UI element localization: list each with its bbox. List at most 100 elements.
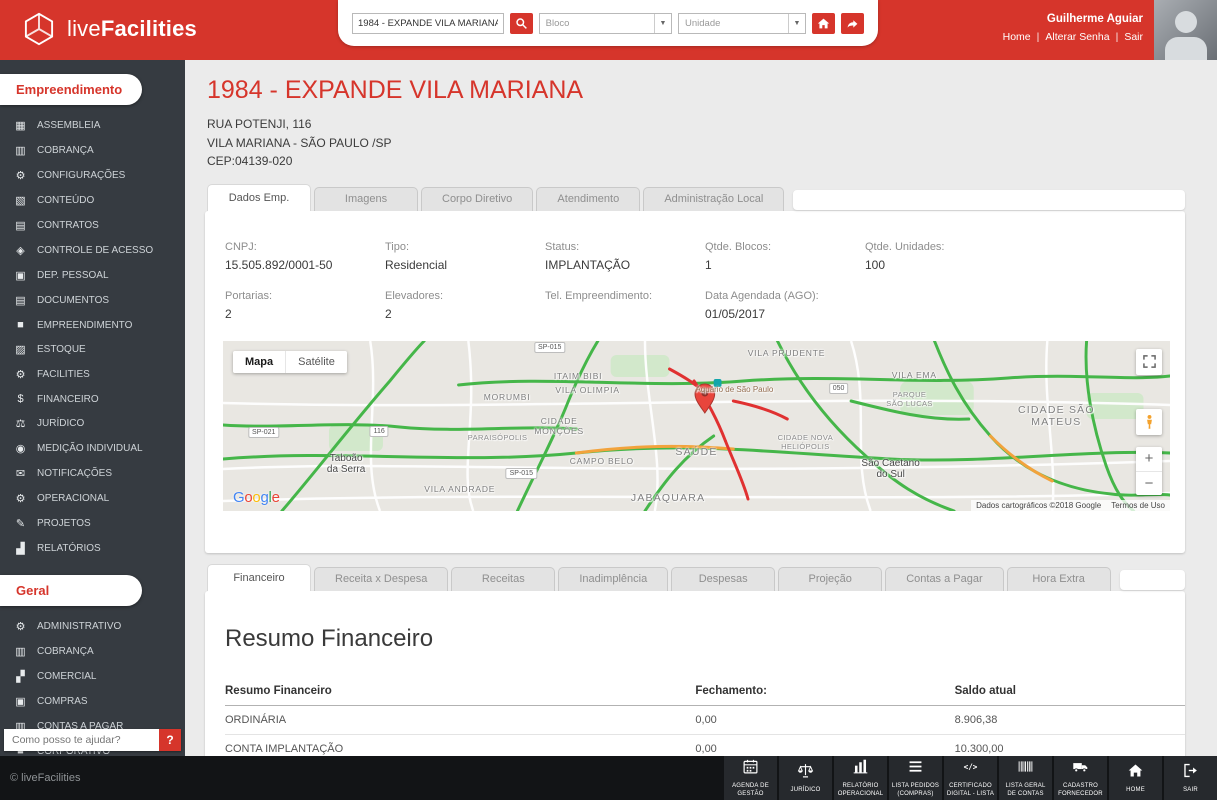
map-roads: [223, 340, 1170, 511]
help-input[interactable]: [4, 729, 159, 751]
tab-atendimento[interactable]: Atendimento: [536, 186, 641, 211]
bloco-select[interactable]: Bloco ▼: [538, 12, 673, 34]
user-area: Guilherme Aguiar Home | Alterar Senha | Sair: [1003, 13, 1143, 43]
sidebar-item-facilities[interactable]: ⚙ FACILITIES: [0, 362, 185, 387]
footer-button-sair[interactable]: SAIR: [1164, 756, 1217, 800]
footer-button-label: CERTIFICADO DIGITAL - LISTA: [946, 783, 995, 797]
sidebar-item-configuracoes[interactable]: ⚙ CONFIGURAÇÕES: [0, 163, 185, 188]
sidebar-item-controle-de-acesso[interactable]: ◈ CONTROLE DE ACESSO: [0, 238, 185, 263]
field-label: Qtde. Blocos:: [705, 240, 772, 253]
map-poi-marker: [713, 378, 722, 387]
sidebar-item-label: EMPREENDIMENTO: [37, 319, 133, 331]
sidebar-item-empreendimento[interactable]: ■ EMPREENDIMENTO: [0, 313, 185, 337]
footer-button-juridico[interactable]: JURÍDICO: [779, 756, 832, 800]
sidebar-item-notificacoes[interactable]: ✉ NOTIFICAÇÕES: [0, 461, 185, 486]
sidebar-item-operacional[interactable]: ⚙ OPERACIONAL: [0, 486, 185, 511]
gears-icon: ⚙: [15, 621, 26, 633]
nav-sair[interactable]: Sair: [1124, 31, 1143, 43]
building-icon: ■: [17, 319, 24, 331]
zoom-controls: + −: [1136, 446, 1162, 495]
map-terms-link[interactable]: Termos de Uso: [1111, 501, 1165, 510]
table-header-cell: Resumo Financeiro: [225, 676, 696, 706]
fin-tab-receita-x-despesa[interactable]: Receita x Despesa: [314, 566, 449, 591]
field-value: [545, 307, 705, 321]
sidebar-item-label: DEP. PESSOAL: [37, 270, 109, 281]
sidebar-item-juridico[interactable]: ⚖ JURÍDICO: [0, 411, 185, 436]
nav-alterar-senha[interactable]: Alterar Senha: [1045, 31, 1109, 43]
zoom-out-button[interactable]: −: [1136, 470, 1162, 495]
sidebar-item-comercial[interactable]: ▞ COMERCIAL: [0, 664, 185, 689]
fin-tab-projecao[interactable]: Projeção: [778, 566, 883, 591]
footer-button-label: CADASTRO FORNECEDOR: [1058, 783, 1103, 797]
table-cell: 0,00: [695, 734, 955, 756]
avatar[interactable]: [1154, 0, 1217, 60]
footer-button-cadastro-fornecedor[interactable]: CADASTRO FORNECEDOR: [1054, 756, 1107, 800]
zoom-in-button[interactable]: +: [1136, 446, 1162, 471]
header-forward-button[interactable]: [841, 12, 864, 34]
map[interactable]: VILA PRUDENTE ITAIM BIBI VILA EMA VILA OLIM…: [223, 340, 1170, 511]
table-cell: 8.906,38: [954, 705, 1185, 735]
user-name: Guilherme Aguiar: [1046, 13, 1143, 25]
fullscreen-button[interactable]: [1136, 348, 1162, 375]
fin-tab-receitas[interactable]: Receitas: [451, 566, 556, 591]
field-label: Data Agendada (AGO):: [705, 289, 819, 302]
footer-button-home[interactable]: HOME: [1109, 756, 1162, 800]
sidebar-item-estoque[interactable]: ▨ ESTOQUE: [0, 337, 185, 362]
fin-tab-inadimplencia[interactable]: Inadimplência: [558, 566, 669, 591]
sidebar-item-administrativo[interactable]: ⚙ ADMINISTRATIVO: [0, 614, 185, 639]
help-button[interactable]: ?: [159, 729, 181, 751]
tab-dados-emp[interactable]: Dados Emp.: [207, 183, 311, 211]
gear-icon: ⚙: [15, 493, 26, 505]
fin-tab-financeiro[interactable]: Financeiro: [207, 563, 311, 591]
unidade-select-value: Unidade: [685, 17, 721, 29]
search-input[interactable]: [352, 12, 504, 34]
tabs-financeiro: Financeiro Receita x Despesa Receitas Inadi…: [207, 563, 1185, 591]
footer-button-lista-pedidos-compras[interactable]: LISTA PEDIDOS (COMPRAS): [889, 756, 942, 800]
fin-tab-contas-a-pagar[interactable]: Contas a Pagar: [885, 566, 1004, 591]
fin-tab-despesas[interactable]: Despesas: [671, 566, 776, 591]
sidebar-item-cobranca[interactable]: ▥ COBRANÇA: [0, 138, 185, 163]
tab-strip-filler: [1119, 569, 1185, 590]
tab-administracao-local[interactable]: Administração Local: [643, 186, 785, 211]
tabs-empreendimento: Dados Emp. Imagens Corpo Diretivo Atendimen…: [207, 183, 1185, 211]
calendar-icon: [742, 758, 759, 780]
sidebar-item-label: CONTEÚDO: [37, 195, 95, 206]
tab-imagens[interactable]: Imagens: [314, 186, 418, 211]
barcode-icon: ▥: [15, 646, 26, 658]
fin-tab-hora-extra[interactable]: Hora Extra: [1006, 566, 1111, 591]
meter-icon: ◉: [15, 443, 26, 455]
sidebar-item-contratos[interactable]: ▤ CONTRATOS: [0, 213, 185, 238]
footer-button-certificado-digital-lista[interactable]: </> CERTIFICADO DIGITAL - LISTA: [944, 756, 997, 800]
sidebar-item-relatorios[interactable]: ▟ RELATÓRIOS: [0, 536, 185, 561]
unidade-select[interactable]: Unidade ▼: [678, 12, 806, 34]
sidebar-item-conteudo[interactable]: ▧ CONTEÚDO: [0, 188, 185, 213]
sidebar-item-projetos[interactable]: ✎ PROJETOS: [0, 511, 185, 536]
financeiro-card: Resumo Financeiro Resumo Financeiro Fecha…: [205, 590, 1185, 756]
sidebar-item-financeiro[interactable]: $ FINANCEIRO: [0, 387, 185, 411]
satellite-button[interactable]: Satélite: [285, 350, 347, 373]
sidebar-item-dep-pessoal[interactable]: ▣ DEP. PESSOAL: [0, 263, 185, 288]
footer-button-lista-geral-de-contas[interactable]: LISTA GERAL DE CONTAS: [999, 756, 1052, 800]
sidebar-item-compras[interactable]: ▣ COMPRAS: [0, 689, 185, 714]
sidebar-item-cobranca[interactable]: ▥ COBRANÇA: [0, 639, 185, 664]
sidebar-item-label: CONFIGURAÇÕES: [37, 170, 126, 181]
tab-corpo-diretivo[interactable]: Corpo Diretivo: [421, 186, 534, 211]
header-home-button[interactable]: [812, 12, 835, 34]
nav-home[interactable]: Home: [1003, 31, 1031, 43]
sidebar-item-label: FINANCEIRO: [37, 393, 99, 405]
home-icon: [817, 18, 830, 28]
app-logo[interactable]: liveFacilities: [20, 10, 197, 48]
pegman-button[interactable]: [1136, 408, 1162, 435]
map-button[interactable]: Mapa: [233, 350, 286, 373]
sidebar-item-documentos[interactable]: ▤ DOCUMENTOS: [0, 288, 185, 313]
footer-button-agenda-de-gestao[interactable]: AGENDA DE GESTÃO: [724, 756, 777, 800]
sidebar-item-assembleia[interactable]: ▦ ASSEMBLEIA: [0, 113, 185, 138]
footer-button-relatorio-operacional[interactable]: RELATÓRIO OPERACIONAL: [834, 756, 887, 800]
sidebar-section-empreendimento[interactable]: Empreendimento: [0, 74, 142, 105]
field-value: 2: [225, 306, 232, 321]
sidebar-section-geral[interactable]: Geral: [0, 575, 142, 606]
search-button[interactable]: [509, 12, 533, 34]
financeiro-heading: Resumo Financeiro: [225, 624, 434, 652]
document-icon: ▤: [15, 220, 26, 232]
sidebar-item-medicao-individual[interactable]: ◉ MEDIÇÃO INDIVIDUAL: [0, 436, 185, 461]
